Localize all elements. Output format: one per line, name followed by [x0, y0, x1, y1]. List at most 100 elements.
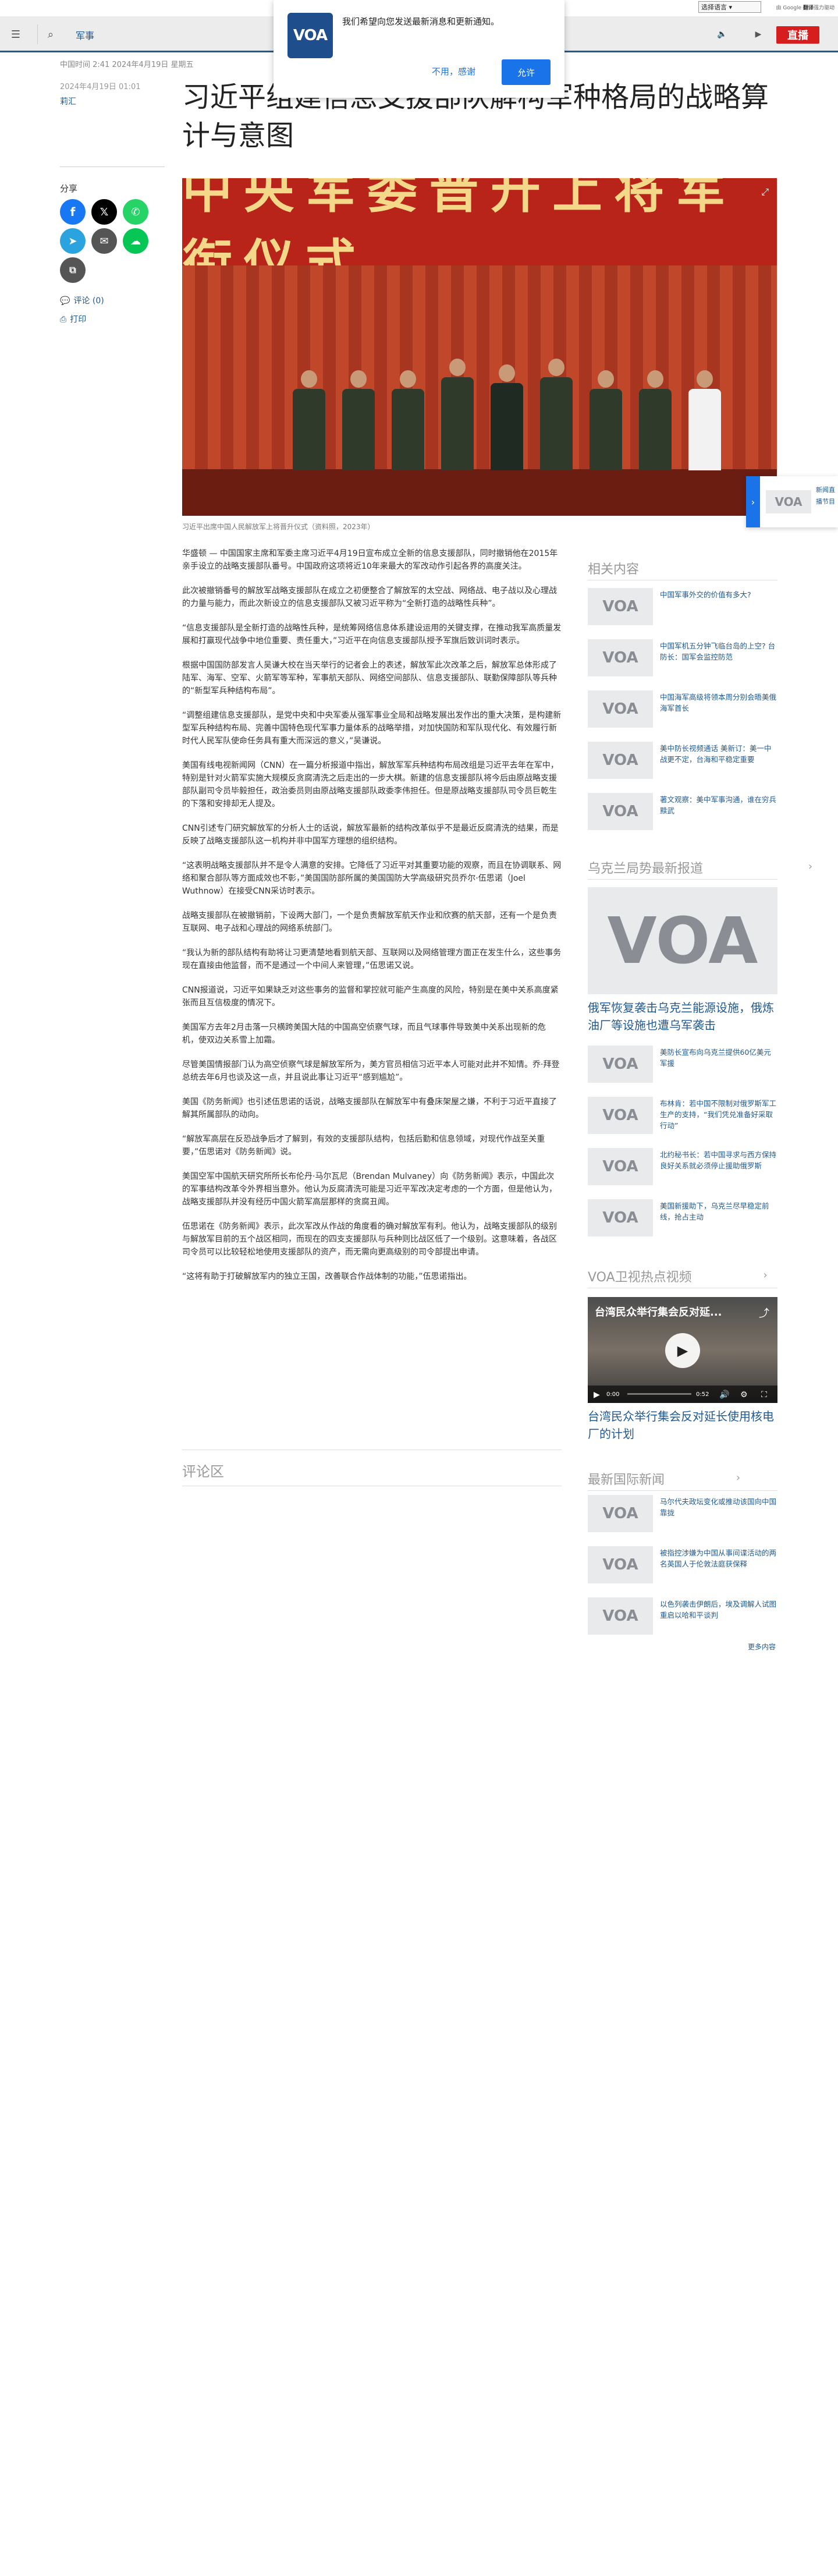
decline-button[interactable]: 不用，感谢: [432, 65, 475, 77]
floating-widget-text[interactable]: 新闻直播节目: [816, 484, 836, 508]
intl-heading-text: 最新国际新闻: [588, 1473, 665, 1487]
print-link[interactable]: ⎙ 打印: [60, 313, 86, 325]
paragraph: 美国空军中国航天研究所所长布伦丹·马尔瓦尼（Brendan Mulvaney）向…: [182, 1172, 557, 1207]
intl-item[interactable]: VOA 马尔代夫政坛变化或推动该国向中国靠拢: [588, 1495, 777, 1532]
ukraine-item-text[interactable]: 布林肯：若中国不限制对俄罗斯军工生产的支持，“我们凭兑准备好采取行动”: [660, 1098, 776, 1131]
ukraine-item[interactable]: VOA 美防长宣布向乌克兰提供60亿美元军援: [588, 1046, 777, 1083]
related-item-text[interactable]: 中国海军高级将领本周分别会晤美俄海军首长: [660, 692, 776, 714]
ukraine-heading[interactable]: 乌克兰局势最新报道 ›: [588, 858, 812, 877]
language-select-value: 选择语言: [701, 3, 727, 11]
line-icon[interactable]: ☁: [123, 228, 148, 254]
intl-item-text[interactable]: 马尔代夫政坛变化或推动该国向中国靠拢: [660, 1496, 776, 1518]
related-item-text[interactable]: 中国军机五分钟飞临台岛的上空? 台防长：国军会监控防范: [660, 640, 776, 662]
audio-icon[interactable]: 🔈: [715, 27, 730, 42]
author-link[interactable]: 莉汇: [60, 95, 76, 107]
translate-service: 翻译: [803, 5, 814, 11]
fullscreen-icon[interactable]: ⛶: [761, 1390, 767, 1399]
telegram-icon[interactable]: ➤: [60, 228, 86, 254]
video-player[interactable]: 台湾民众举行集会反对延... ⤴ ▶ ▶ 0:00 0:52 🔊 ⚙ ⛶: [588, 1297, 777, 1403]
push-notification-prompt: VOA 我们希望向您发送最新消息和更新通知。 不用，感谢 允许: [274, 0, 564, 98]
volume-icon[interactable]: 🔊: [719, 1390, 729, 1399]
x-twitter-icon[interactable]: 𝕏: [91, 199, 117, 225]
thumbnail: VOA: [588, 1046, 653, 1083]
video-heading[interactable]: VOA卫视热点视频 ›: [588, 1267, 768, 1285]
ukraine-item-text[interactable]: 美防长宣布向乌克兰提供60亿美元军援: [660, 1047, 776, 1069]
related-item[interactable]: VOA 中国军机五分钟飞临台岛的上空? 台防长：国军会监控防范: [588, 639, 777, 676]
share-icon[interactable]: ⤴: [759, 1305, 769, 1320]
powered-by-label: 由: [776, 5, 782, 11]
live-button[interactable]: 直播: [776, 26, 819, 44]
expand-icon[interactable]: ⤢: [761, 186, 769, 198]
comments-heading: 评论区: [182, 1464, 224, 1480]
officer-figure: [688, 370, 721, 470]
thumbnail: VOA: [588, 639, 653, 676]
ukraine-item-text[interactable]: 北约秘书长：若中国寻求与西方保持良好关系就必须停止援助俄罗斯: [660, 1149, 776, 1171]
thumbnail: VOA: [588, 690, 653, 728]
hero-banner: 中央军委晋升上将军衔仪式: [182, 178, 777, 292]
play-icon[interactable]: ▶: [665, 1333, 700, 1368]
language-select[interactable]: 选择语言 ▾: [698, 1, 761, 13]
feature-thumbnail[interactable]: VOA: [588, 887, 777, 994]
paragraph: 根据中国国防部发言人吴谦大校在当天举行的记者会上的表述，解放军此次改革之后，解放…: [182, 661, 557, 696]
officer-figure: [590, 370, 622, 470]
related-heading: 相关内容: [588, 562, 640, 577]
thumbnail: VOA: [588, 1597, 653, 1635]
whatsapp-icon[interactable]: ✆: [123, 199, 148, 225]
ukraine-item[interactable]: VOA 北约秘书长：若中国寻求与西方保持良好关系就必须停止援助俄罗斯: [588, 1148, 777, 1185]
ukraine-item-text[interactable]: 美国新援助下，乌克兰尽早稳定前线，抢占主动: [660, 1200, 776, 1223]
sidebar-divider: [588, 879, 777, 880]
notification-message: 我们希望向您发送最新消息和更新通知。: [342, 16, 500, 27]
paragraph: “这表明战略支援部队并不是令人满意的安排。它降低了习近平对其重要功能的观察，而且…: [182, 861, 562, 896]
more-link[interactable]: 更多内容: [748, 1642, 776, 1652]
chevron-right-icon[interactable]: ›: [746, 476, 760, 527]
chevron-right-icon: ›: [736, 1472, 741, 1484]
allow-button[interactable]: 允许: [502, 59, 551, 85]
paragraph: “解放军高层在反恐战争后才了解到，有效的支援部队结构，包括后勤和信息领域，对现代…: [182, 1135, 545, 1157]
feature-headline[interactable]: 俄军恢复袭击乌克兰能源设施，俄炼油厂等设施也遭乌军袭击: [588, 999, 777, 1034]
related-item[interactable]: VOA 中国军事外交的价值有多大?: [588, 588, 777, 625]
chevron-right-icon: ›: [808, 860, 813, 873]
related-item-text[interactable]: 美中防长视频通话 美新订：美一中战更不定，台海和平稳定重要: [660, 743, 776, 765]
related-item[interactable]: VOA 美中防长视频通话 美新订：美一中战更不定，台海和平稳定重要: [588, 742, 777, 779]
video-caption[interactable]: 台湾民众举行集会反对延长使用核电厂的计划: [588, 1408, 777, 1443]
hero-image[interactable]: 中央军委晋升上将军衔仪式 ⤢: [182, 178, 777, 516]
paragraph: “调整组建信息支援部队，是党中央和中央军委从强军事业全局和战略发展出发作出的重大…: [182, 711, 562, 746]
related-item-text[interactable]: 中国军事外交的价值有多大?: [660, 589, 776, 600]
section-link[interactable]: 军事: [76, 28, 94, 42]
paragraph: 伍思诺在《防务新闻》表示，此次军改从作战的角度看的确对解放军有利。他认为，战略支…: [182, 1222, 557, 1257]
comments-link-label: 评论 (0): [73, 296, 104, 306]
article-body: 华盛顿 — 中国国家主席和军委主席习近平4月19日宣布成立全新的信息支援部队，同…: [182, 547, 562, 1295]
ukraine-item[interactable]: VOA 布林肯：若中国不限制对俄罗斯军工生产的支持，“我们凭兑准备好采取行动”: [588, 1097, 777, 1134]
ukraine-heading-text: 乌克兰局势最新报道: [588, 862, 704, 876]
floating-live-widget[interactable]: › VOA 新闻直播节目: [746, 476, 838, 527]
intl-item[interactable]: VOA 以色列袭击伊朗后，埃及调解人试图重启以哈和平谈判: [588, 1597, 777, 1635]
intl-item-text[interactable]: 被指控涉嫌为中国从事间谍活动的两名英国人于伦敦法庭获保释: [660, 1547, 776, 1569]
google-translate-credit[interactable]: 由 Google 翻译强力驱动: [776, 3, 835, 11]
ukraine-item[interactable]: VOA 美国新援助下，乌克兰尽早稳定前线，抢占主动: [588, 1199, 777, 1236]
intl-item-text[interactable]: 以色列袭击伊朗后，埃及调解人试图重启以哈和平谈判: [660, 1599, 776, 1621]
paragraph: 尽管美国情报部门认为高空侦察气球是解放军所为，美方官员相信习近平本人可能对此并不…: [182, 1060, 560, 1082]
officer-figure: [639, 370, 672, 470]
intl-item[interactable]: VOA 被指控涉嫌为中国从事间谍活动的两名英国人于伦敦法庭获保释: [588, 1546, 777, 1583]
email-icon[interactable]: ✉: [91, 228, 117, 254]
settings-icon[interactable]: ⚙: [740, 1390, 748, 1399]
voa-logo-text: VOA: [293, 27, 328, 44]
search-icon[interactable]: ⌕: [43, 27, 58, 42]
related-item-text[interactable]: 著文观察：美中军事沟通，谁在穷兵黩武: [660, 794, 776, 816]
comments-link[interactable]: 💬 评论 (0): [60, 295, 104, 306]
thumbnail: VOA: [588, 1546, 653, 1583]
related-item[interactable]: VOA 中国海军高级将领本周分别会晤美俄海军首长: [588, 690, 777, 728]
thumbnail: VOA: [588, 1097, 653, 1134]
paragraph: CNN引述专门研究解放军的分析人士的话说，解放军最新的结构改革似乎不是最近反腐清…: [182, 824, 559, 846]
facebook-icon[interactable]: f: [60, 199, 86, 225]
officer-figure: [441, 359, 474, 470]
video-progress-bar[interactable]: [627, 1393, 691, 1395]
menu-icon[interactable]: ☰: [8, 27, 23, 42]
copy-link-icon[interactable]: ⧉: [60, 257, 86, 283]
thumbnail: VOA: [588, 1199, 653, 1236]
video-icon[interactable]: ▶: [751, 27, 766, 42]
play-icon[interactable]: ▶: [594, 1390, 600, 1399]
related-item[interactable]: VOA 著文观察：美中军事沟通，谁在穷兵黩武: [588, 793, 777, 830]
paragraph: 战略支援部队在被撤销前，下设两大部门，一个是负责解放军航天作业和欣赛的航天部，还…: [182, 911, 557, 933]
intl-heading[interactable]: 最新国际新闻 ›: [588, 1469, 740, 1488]
